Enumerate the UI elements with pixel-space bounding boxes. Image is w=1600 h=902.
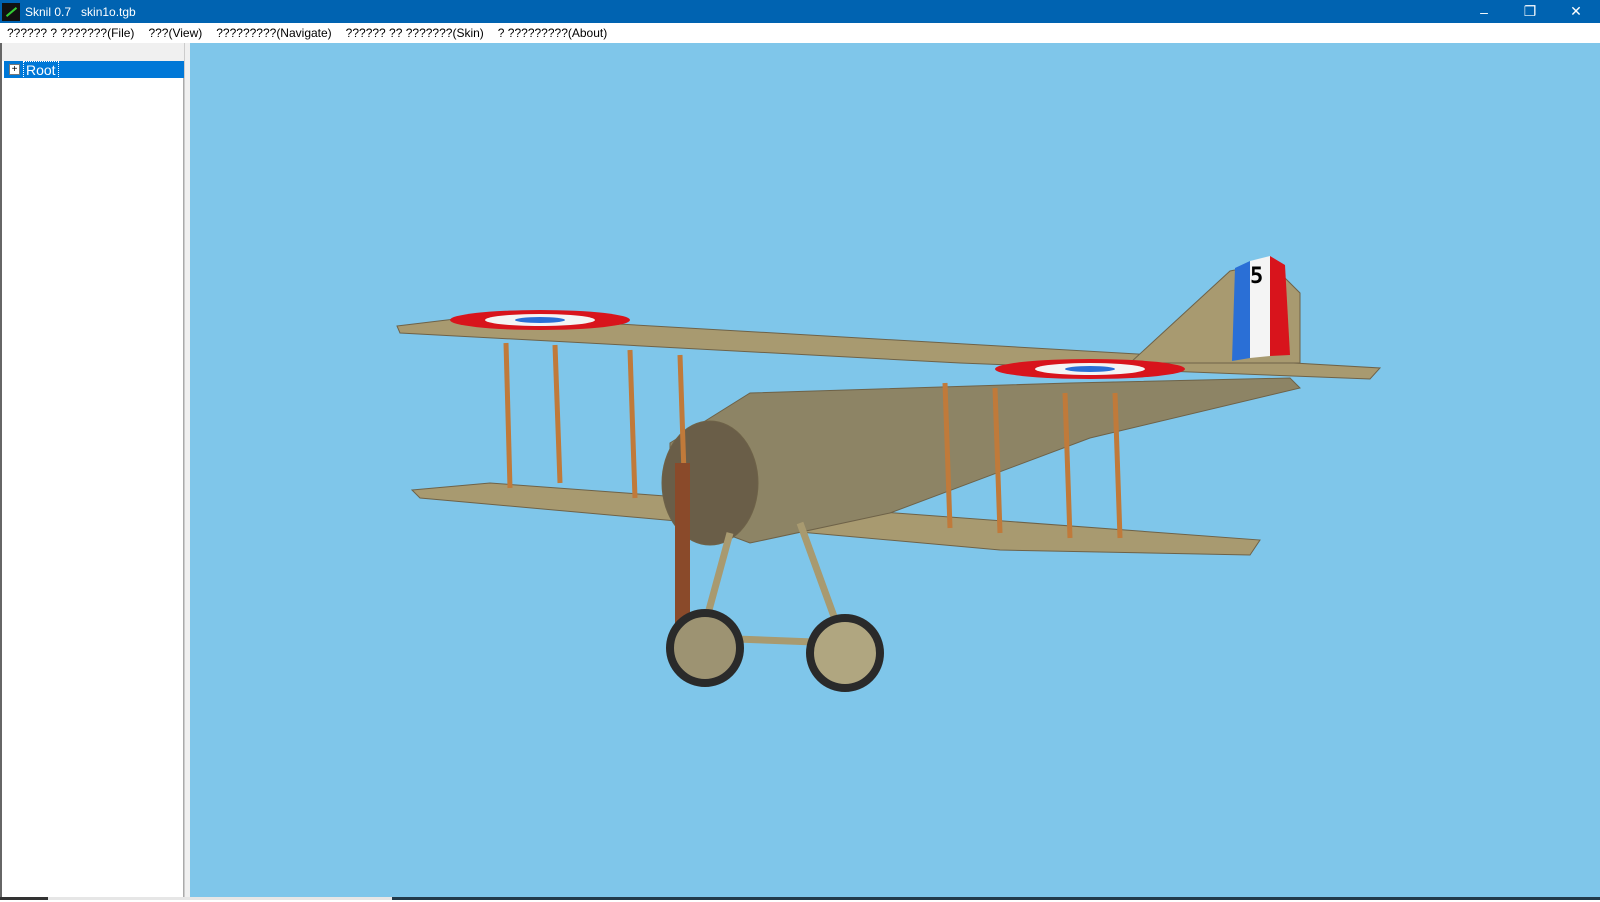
aircraft-model: 5 — [396, 256, 1382, 692]
minimize-button[interactable]: – — [1461, 0, 1507, 23]
menu-bar: ?????? ? ???????(File) ???(View) ???????… — [0, 23, 1600, 43]
menu-skin[interactable]: ?????? ?? ???????(Skin) — [339, 26, 491, 40]
tail-number: 5 — [1250, 264, 1263, 289]
close-button[interactable]: ✕ — [1553, 0, 1599, 23]
tree-view[interactable]: + Root — [2, 60, 184, 897]
fuselage — [669, 377, 1301, 544]
expand-icon[interactable]: + — [9, 64, 20, 75]
tree-node-label: Root — [23, 60, 59, 79]
menu-file[interactable]: ?????? ? ???????(File) — [0, 26, 141, 40]
title-bar: Sknil 0.7 skin1o.tgb – ❐ ✕ — [0, 0, 1600, 23]
menu-view[interactable]: ???(View) — [141, 26, 209, 40]
wheel-left — [666, 609, 744, 687]
tree-node-root[interactable]: + Root — [4, 60, 184, 79]
sidebar: + Root — [0, 43, 184, 900]
menu-about[interactable]: ? ?????????(About) — [491, 26, 614, 40]
window-title: Sknil 0.7 skin1o.tgb — [25, 4, 136, 19]
app-icon — [2, 2, 20, 21]
restore-button[interactable]: ❐ — [1507, 0, 1553, 23]
menu-navigate[interactable]: ?????????(Navigate) — [209, 26, 338, 40]
wheel-right — [806, 614, 884, 692]
3d-viewport[interactable]: 5 — [190, 43, 1600, 897]
